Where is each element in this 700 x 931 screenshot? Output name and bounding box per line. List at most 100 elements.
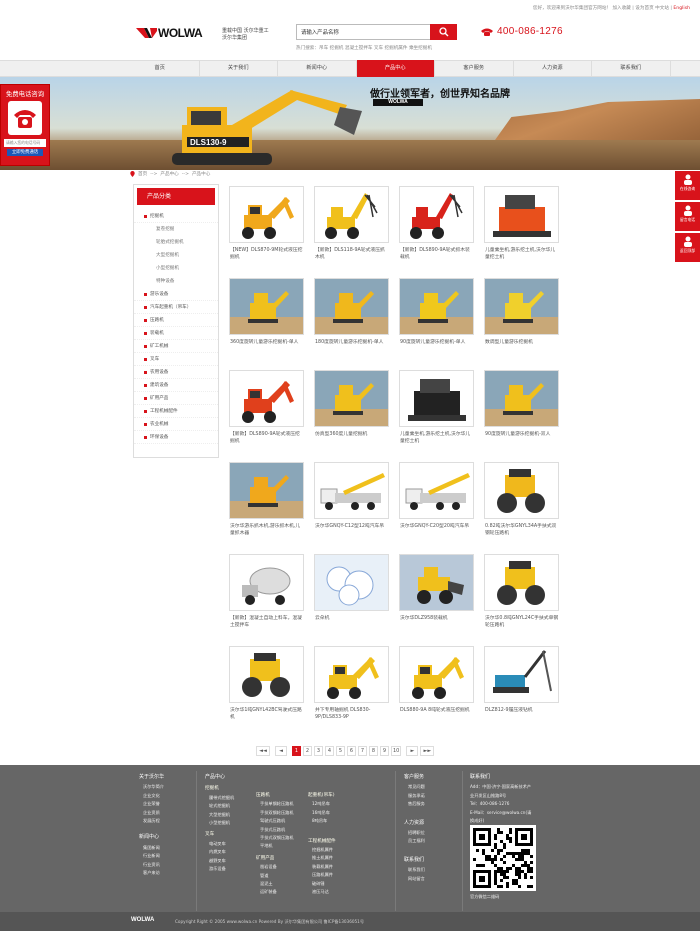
footer-about-link[interactable]: 发展历程 — [139, 817, 164, 825]
product-image[interactable] — [229, 370, 304, 427]
product-card[interactable]: 【新款】DLS890-9A轮式液压挖掘机 — [229, 370, 304, 446]
hot-searches[interactable]: 热门搜索：吊车 挖掘机 混凝土搅拌车 叉车 挖掘机属件 乘坐挖掘机 — [296, 45, 432, 51]
footer-col-a-title2[interactable]: 叉车 — [205, 831, 234, 839]
nav-item[interactable]: 客户服务 — [435, 61, 514, 76]
product-caption[interactable]: 儿童乘坐机,游乐挖土机,沃尔华儿童挖土机 — [484, 248, 559, 262]
product-card[interactable]: 井下专用轴掘机 DLS830-9P/DLS833-9P — [314, 646, 389, 722]
product-image[interactable] — [314, 278, 389, 335]
product-card[interactable]: 儿童乘坐机,游乐挖土机,沃尔华儿童挖土机 — [484, 186, 559, 262]
page-button[interactable]: 1 — [292, 746, 301, 756]
product-image[interactable] — [314, 462, 389, 519]
product-image[interactable] — [484, 186, 559, 243]
footer-about-link[interactable]: 企业资质 — [139, 809, 164, 817]
footer-product-link[interactable]: 推土机属件 — [308, 854, 336, 862]
product-card[interactable]: 沃尔华0.8吨GNYL24C手扶式单钢轮压路机 — [484, 554, 559, 630]
page-button[interactable]: ◄ — [275, 746, 287, 756]
footer-hr-link[interactable]: 员工福利 — [404, 837, 425, 845]
footer-product-link[interactable]: 履带式挖掘机 — [205, 794, 234, 802]
product-image[interactable] — [399, 462, 474, 519]
product-card[interactable]: 沃尔华GNQY-C12型12吨汽车吊 — [314, 462, 389, 531]
product-card[interactable]: 【新款】DLS890-9A轮式抓木装载机 — [399, 186, 474, 262]
product-card[interactable]: 【新款】DLS118-9A轮式液压抓木机 — [314, 186, 389, 262]
footer-product-link[interactable]: 手扶式双钢压路机 — [256, 834, 294, 842]
product-card[interactable]: 90度旋转儿童游乐挖掘机-单人 — [399, 278, 474, 347]
product-caption[interactable]: 360度旋转儿童游乐挖掘机-单人 — [229, 340, 304, 347]
sidebar-item[interactable]: 建筑设备 — [134, 379, 218, 392]
footer-contact-link[interactable]: 网站留言 — [404, 875, 425, 883]
product-caption[interactable]: 【NEW】DLS870-9M轮式液压挖掘机 — [229, 248, 304, 262]
product-card[interactable]: 儿童乘坐机,游乐挖土机,沃尔华儿童挖土机 — [399, 370, 474, 446]
product-caption[interactable]: 沃尔华1吨GNYL42BC驾驶式压路机 — [229, 708, 304, 722]
footer-product-link[interactable]: 手扶单钢轮压路机 — [256, 800, 294, 808]
footer-product-link[interactable]: 驾驶式压路机 — [256, 817, 294, 825]
footer-news-link[interactable]: 行业资讯 — [139, 861, 164, 869]
product-image[interactable] — [229, 186, 304, 243]
page-button[interactable]: 10 — [391, 746, 402, 756]
product-image[interactable] — [314, 646, 389, 703]
footer-product-link[interactable]: 内燃叉车 — [205, 848, 234, 856]
sidebar-item[interactable]: 工程机械配件 — [134, 405, 218, 418]
footer-col-a-title[interactable]: 挖掘机 — [205, 785, 234, 793]
logo[interactable]: WOLWA — [136, 24, 214, 41]
footer-about-link[interactable]: 沃尔华简介 — [139, 783, 164, 791]
footer-product-link[interactable]: 破碎锤 — [308, 880, 336, 888]
footer-about-link[interactable]: 企业文化 — [139, 792, 164, 800]
product-caption[interactable]: 180度旋转儿童游乐挖掘机-单人 — [314, 340, 389, 347]
page-button[interactable]: ◄◄ — [256, 746, 270, 756]
sidebar-item[interactable]: 汽车起重机（吊车） — [134, 301, 218, 314]
footer-product-link[interactable]: 越野叉车 — [205, 857, 234, 865]
product-image[interactable] — [399, 646, 474, 703]
search-input[interactable]: 请输入产品名称 — [296, 24, 430, 40]
breadcrumb-home[interactable]: 首页 — [138, 171, 147, 177]
footer-product-link[interactable]: 运矿装备 — [256, 888, 294, 896]
product-caption[interactable]: 沃尔华DLZ958装载机 — [399, 616, 474, 623]
sidebar-item[interactable]: 游乐设备 — [134, 288, 218, 301]
product-image[interactable] — [484, 278, 559, 335]
product-card[interactable]: DLZ812-9履压液钻机 — [484, 646, 559, 715]
sidebar-item[interactable]: 叉车 — [134, 353, 218, 366]
product-card[interactable]: 360度旋转儿童游乐挖掘机-单人 — [229, 278, 304, 347]
footer-product-link[interactable]: 手扶式压路机 — [256, 826, 294, 834]
footer-product-link[interactable]: 大型挖掘机 — [205, 811, 234, 819]
product-card[interactable]: 沃尔华1吨GNYL42BC驾驶式压路机 — [229, 646, 304, 722]
page-button[interactable]: 8 — [369, 746, 378, 756]
product-caption[interactable]: 沃尔华游乐抓木机,游乐抓木机,儿童抓木器 — [229, 524, 304, 538]
sidebar-subitem[interactable]: 大型挖掘机 — [134, 249, 218, 262]
sidebar-subitem[interactable]: 小型挖掘机 — [134, 262, 218, 275]
product-card[interactable]: 【NEW】DLS870-9M轮式液压挖掘机 — [229, 186, 304, 262]
nav-item[interactable]: 产品中心 — [356, 60, 435, 77]
product-caption[interactable]: 沃尔华GNQY-C12型12吨汽车吊 — [314, 524, 389, 531]
footer-service-link[interactable]: 常见问题 — [404, 783, 425, 791]
footer-product-link[interactable]: 12吨吊车 — [308, 800, 336, 808]
footer-product-link[interactable]: 装载机属件 — [308, 863, 336, 871]
product-image[interactable] — [229, 278, 304, 335]
product-caption[interactable]: 【新款】DLS118-9A轮式液压抓木机 — [314, 248, 389, 262]
product-caption[interactable]: 【新款】DLS890-9A轮式液压挖掘机 — [229, 432, 304, 446]
product-card[interactable]: 0.82吨沃尔华GNYL34A手扶式双钢轮压路机 — [484, 462, 559, 538]
nav-item[interactable]: 首页 — [121, 61, 200, 76]
sidebar-subitem[interactable]: 轮胎式挖掘机 — [134, 236, 218, 249]
footer-product-link[interactable]: 液压马达 — [308, 888, 336, 896]
product-caption[interactable]: 沃尔华0.8吨GNYL24C手扶式单钢轮压路机 — [484, 616, 559, 630]
page-button[interactable]: 9 — [380, 746, 389, 756]
footer-product-link[interactable]: 压路机属件 — [308, 871, 336, 879]
product-image[interactable] — [229, 554, 304, 611]
product-card[interactable]: 云朵机 — [314, 554, 389, 623]
footer-product-link[interactable]: 电动叉车 — [205, 840, 234, 848]
footer-service-link[interactable]: 售后服务 — [404, 800, 425, 808]
product-image[interactable] — [314, 370, 389, 427]
product-image[interactable] — [399, 278, 474, 335]
footer-product-link[interactable]: 小型挖掘机 — [205, 819, 234, 827]
page-button[interactable]: 3 — [314, 746, 323, 756]
sidebar-item[interactable]: 矿用产品 — [134, 392, 218, 405]
sidebar-item[interactable]: 环保设备 — [134, 431, 218, 444]
footer-product-link[interactable]: 平地机 — [256, 842, 294, 850]
footer-product-link[interactable]: 凿岩设备 — [256, 863, 294, 871]
footer-product-link[interactable]: 轮式挖掘机 — [205, 802, 234, 810]
product-image[interactable] — [399, 370, 474, 427]
footer-news-link[interactable]: 客户来访 — [139, 869, 164, 877]
footer-news-link[interactable]: 集团新闻 — [139, 844, 164, 852]
product-card[interactable]: 沃尔华游乐抓木机,游乐抓木机,儿童抓木器 — [229, 462, 304, 538]
page-button[interactable]: 5 — [336, 746, 345, 756]
product-caption[interactable]: 仿真型360度儿童挖掘机 — [314, 432, 389, 439]
